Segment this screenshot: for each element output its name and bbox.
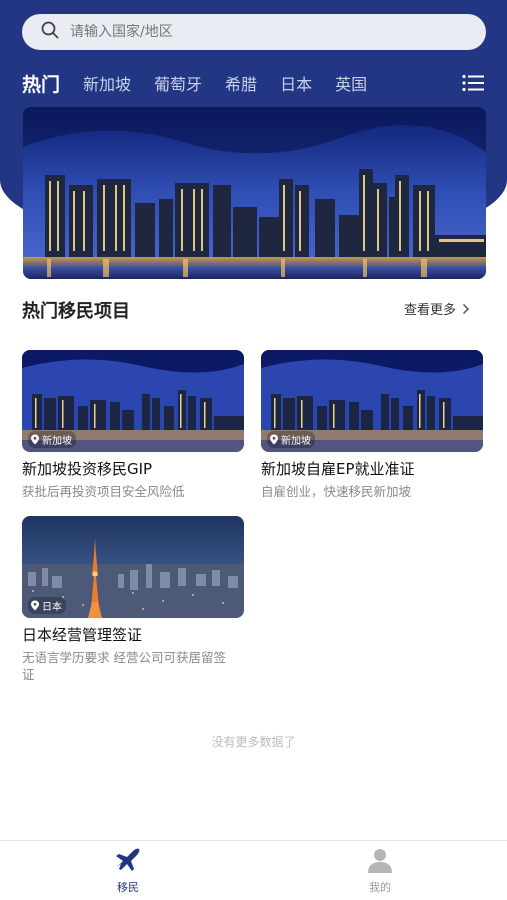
bottom-navigation: 移民 我的 (0, 840, 507, 900)
tab-singapore[interactable]: 新加坡 (83, 70, 131, 100)
project-title: 日本经营管理签证 (22, 626, 143, 644)
project-image: 新加坡 (261, 350, 483, 452)
nav-label: 我的 (369, 881, 391, 894)
project-title: 新加坡投资移民GIP (22, 460, 153, 478)
user-icon (368, 849, 392, 873)
airplane-icon (116, 848, 140, 871)
banner-image-singapore-skyline[interactable] (23, 107, 486, 279)
search-icon (40, 20, 60, 44)
project-card[interactable]: 新加坡 新加坡自雇EP就业准证 自雇创业，快速移民新加坡 (261, 350, 483, 500)
view-more-label: 查看更多 (404, 303, 457, 318)
location-badge: 新加坡 (267, 431, 315, 448)
project-image: 日本 (22, 516, 244, 618)
project-title: 新加坡自雇EP就业准证 (261, 460, 415, 478)
project-description: 自雇创业，快速移民新加坡 (261, 484, 412, 499)
project-card[interactable]: 新加坡 新加坡投资移民GIP 获批后再投资项目安全风险低 (22, 350, 244, 500)
nav-label: 移民 (117, 881, 139, 894)
no-more-data-text: 没有更多数据了 (211, 735, 296, 749)
view-more-link[interactable]: 查看更多 (404, 299, 470, 318)
section-title: 热门移民项目 (22, 301, 130, 322)
location-pin-icon (270, 434, 278, 445)
nav-item-immigration[interactable]: 移民 (88, 847, 168, 895)
search-input[interactable] (70, 24, 450, 40)
location-label: 新加坡 (42, 436, 72, 447)
menu-list-icon[interactable] (462, 74, 484, 92)
chevron-right-icon (462, 303, 470, 314)
country-tabs: 热门 新加坡 葡萄牙 希腊 日本 英国 (22, 68, 390, 100)
location-label: 新加坡 (281, 436, 311, 447)
search-bar[interactable] (22, 14, 486, 50)
project-image: 新加坡 (22, 350, 244, 452)
location-pin-icon (31, 434, 39, 445)
location-label: 日本 (42, 602, 62, 613)
tab-hot[interactable]: 热门 (22, 70, 60, 100)
tab-portugal[interactable]: 葡萄牙 (154, 70, 202, 100)
tab-uk[interactable]: 英国 (335, 70, 367, 100)
tab-greece[interactable]: 希腊 (225, 70, 257, 100)
nav-item-mine[interactable]: 我的 (340, 847, 420, 895)
location-pin-icon (31, 600, 39, 611)
project-card[interactable]: 日本 日本经营管理签证 无语言学历要求 经营公司可获居留签证 (22, 516, 244, 683)
project-description: 无语言学历要求 经营公司可获居留签证 (22, 650, 226, 682)
location-badge: 新加坡 (28, 431, 76, 448)
project-description: 获批后再投资项目安全风险低 (22, 484, 185, 499)
location-badge: 日本 (28, 597, 66, 614)
tab-japan[interactable]: 日本 (280, 70, 312, 100)
